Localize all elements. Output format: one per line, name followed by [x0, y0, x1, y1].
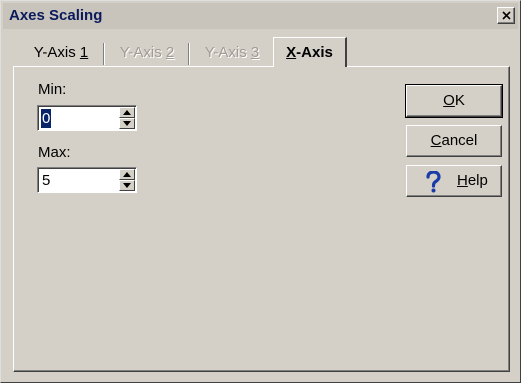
tab-y-axis-1-mnemonic: 1 — [79, 44, 89, 61]
tab-y-axis-3[interactable]: Y-Axis 3 — [194, 41, 270, 66]
help-mnemonic: H — [457, 172, 468, 189]
tab-y-axis-3-mnemonic: 3 — [250, 44, 260, 61]
tab-x-axis-mnemonic: X — [286, 44, 297, 61]
ok-mnemonic: O — [443, 92, 455, 109]
max-spinbox[interactable]: 5 — [37, 167, 137, 193]
triangle-up-icon — [123, 172, 131, 177]
max-decrement-button[interactable] — [119, 180, 135, 191]
cancel-button[interactable]: Cancel — [406, 125, 502, 157]
close-icon — [502, 11, 511, 20]
tab-separator — [188, 43, 190, 65]
tab-y-axis-2[interactable]: Y-Axis 2 — [109, 41, 185, 66]
min-increment-button[interactable] — [119, 107, 135, 118]
max-label: Max: — [38, 144, 71, 161]
tab-y-axis-2-mnemonic: 2 — [165, 44, 175, 61]
max-spin-buttons — [119, 169, 135, 191]
min-spin-buttons — [119, 107, 135, 129]
ok-button[interactable]: OK — [405, 84, 503, 118]
ok-label: K — [454, 92, 465, 109]
help-label: elp — [467, 172, 488, 189]
min-decrement-button[interactable] — [119, 118, 135, 129]
cancel-mnemonic: C — [430, 132, 442, 149]
cancel-label: ancel — [441, 132, 478, 149]
min-spinbox[interactable]: 0 — [37, 105, 137, 131]
tab-y-axis-3-label: Y-Axis — [204, 44, 251, 61]
tab-separator — [103, 43, 105, 65]
title-bar[interactable]: Axes Scaling — [3, 3, 518, 29]
tab-x-axis[interactable]: X-Axis — [273, 37, 347, 67]
tab-y-axis-1-label: Y-Axis — [33, 44, 80, 61]
dialog-title: Axes Scaling — [9, 7, 103, 24]
triangle-down-icon — [123, 121, 131, 126]
triangle-down-icon — [123, 183, 131, 188]
max-increment-button[interactable] — [119, 169, 135, 180]
tab-x-axis-label: -Axis — [296, 44, 333, 61]
max-value[interactable]: 5 — [42, 171, 50, 190]
tab-y-axis-2-label: Y-Axis — [119, 44, 166, 61]
help-button[interactable]: Help — [406, 165, 502, 197]
tab-y-axis-1[interactable]: Y-Axis 1 — [23, 41, 99, 66]
min-label: Min: — [38, 81, 67, 98]
close-button[interactable] — [497, 7, 515, 24]
triangle-up-icon — [123, 110, 131, 115]
question-mark-icon — [426, 171, 441, 193]
min-value[interactable]: 0 — [41, 109, 52, 128]
axes-scaling-dialog: Axes Scaling Y-Axis 1 Y-Axis 2 Y-Axis 3 … — [0, 0, 521, 383]
